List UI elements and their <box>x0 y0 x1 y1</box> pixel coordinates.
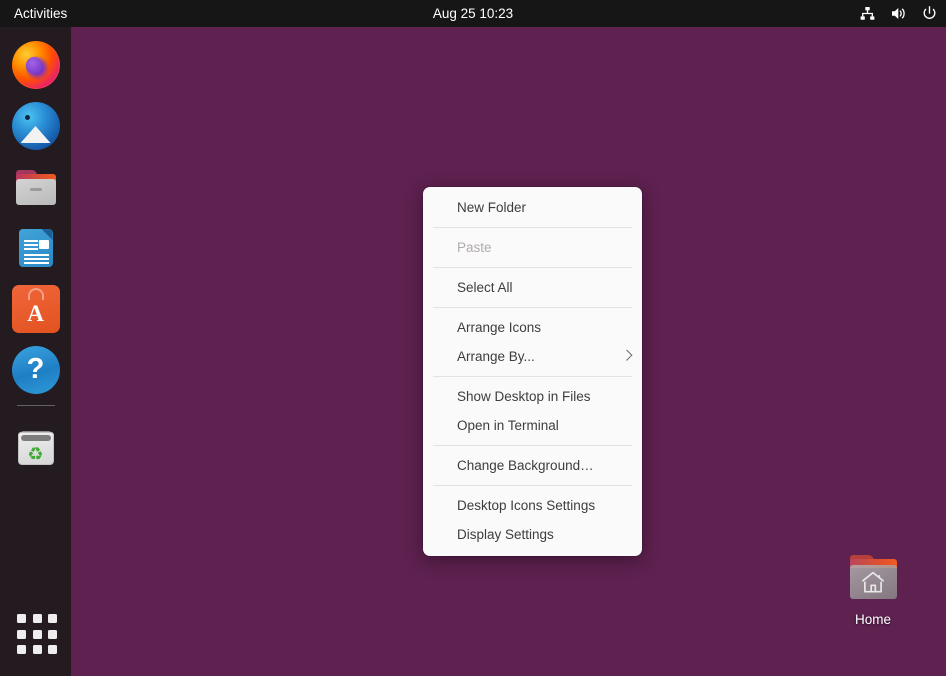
menu-item-label: Arrange Icons <box>457 320 542 335</box>
house-glyph-icon <box>842 570 904 594</box>
dock-separator <box>16 405 55 406</box>
activities-button[interactable]: Activities <box>0 0 77 27</box>
menu-item-label: Open in Terminal <box>457 418 559 433</box>
menu-item-label: Show Desktop in Files <box>457 389 591 404</box>
dock-item-help[interactable]: ? <box>11 346 60 394</box>
volume-icon[interactable] <box>890 5 907 22</box>
menu-item-label: Change Background… <box>457 458 594 473</box>
menu-item-label: New Folder <box>457 200 527 215</box>
dock-item-ubuntu-software[interactable]: A <box>11 285 60 333</box>
menu-item-new-folder[interactable]: New Folder <box>423 193 642 222</box>
grid-dot-icon <box>32 614 42 623</box>
menu-item-open-in-terminal[interactable]: Open in Terminal <box>423 411 642 440</box>
dock-item-thunderbird[interactable] <box>11 102 60 150</box>
menu-separator <box>433 485 632 486</box>
menu-separator <box>433 376 632 377</box>
power-icon[interactable] <box>921 5 938 22</box>
grid-dot-icon <box>17 614 26 623</box>
dock-item-files[interactable] <box>12 163 60 211</box>
dock-item-firefox[interactable] <box>11 41 60 89</box>
chevron-right-icon <box>621 349 633 361</box>
menu-item-arrange-icons[interactable]: Arrange Icons <box>423 313 642 342</box>
desktop-context-menu: New Folder Paste Select All Arrange Icon… <box>423 187 642 556</box>
menu-item-label: Paste <box>457 240 492 255</box>
menu-separator <box>433 307 632 308</box>
dock-item-libreoffice-writer[interactable] <box>12 224 60 272</box>
menu-item-label: Select All <box>457 280 513 295</box>
menu-item-desktop-icons-settings[interactable]: Desktop Icons Settings <box>423 491 642 520</box>
grid-dot-icon <box>48 614 58 623</box>
menu-item-show-desktop-in-files[interactable]: Show Desktop in Files <box>423 382 642 411</box>
clock-label[interactable]: Aug 25 10:23 <box>433 6 513 21</box>
menu-item-select-all[interactable]: Select All <box>423 273 642 302</box>
menu-item-label: Desktop Icons Settings <box>457 498 596 513</box>
menu-item-display-settings[interactable]: Display Settings <box>423 520 642 549</box>
menu-item-arrange-by[interactable]: Arrange By... <box>423 342 642 371</box>
menu-separator <box>433 445 632 446</box>
grid-dot-icon <box>48 645 58 655</box>
grid-dot-icon <box>32 645 42 655</box>
grid-dot-icon <box>17 629 26 639</box>
question-mark-icon: ? <box>26 353 45 385</box>
dock-item-trash[interactable]: ♻ <box>12 423 60 471</box>
desktop-icon-home[interactable]: Home <box>837 553 909 629</box>
menu-separator <box>433 227 632 228</box>
menu-separator <box>433 267 632 268</box>
system-tray <box>859 0 938 27</box>
grid-dot-icon <box>17 645 26 655</box>
clock: Aug 25 10:23 <box>0 0 946 27</box>
menu-item-label: Arrange By... <box>457 349 535 364</box>
home-folder-icon <box>842 553 904 608</box>
software-bag-icon <box>27 288 44 300</box>
menu-item-change-background[interactable]: Change Background… <box>423 451 642 480</box>
show-applications-button[interactable] <box>15 612 61 658</box>
dock: A ? ♻ <box>0 27 71 676</box>
desktop-icon-label: Home <box>854 612 891 627</box>
menu-item-label: Display Settings <box>457 527 554 542</box>
menu-item-paste: Paste <box>423 233 642 262</box>
top-bar: Activities Aug 25 10:23 <box>0 0 946 27</box>
grid-dot-icon <box>32 629 42 639</box>
grid-dot-icon <box>48 629 58 639</box>
network-icon[interactable] <box>859 5 876 22</box>
